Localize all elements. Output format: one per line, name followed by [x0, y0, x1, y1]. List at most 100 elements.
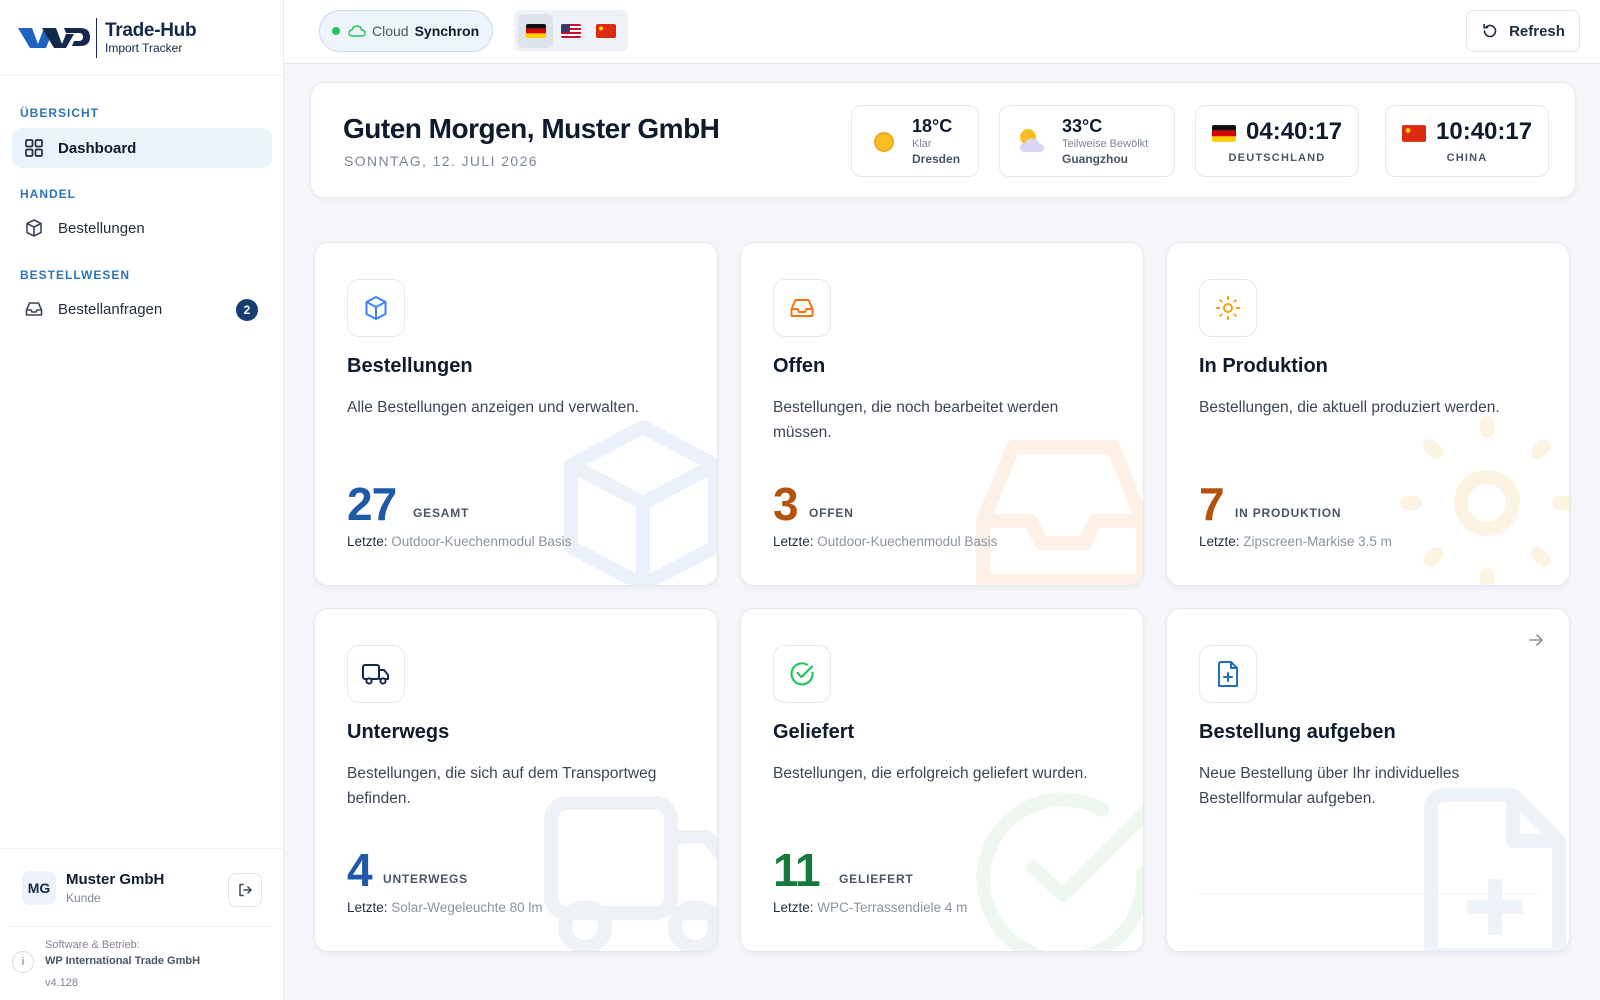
lang-zh-button[interactable] — [589, 14, 624, 48]
user-name: Muster GmbH — [66, 871, 165, 888]
inbox-icon — [790, 299, 814, 317]
nav-section-bestellwesen: BESTELLWESEN — [20, 268, 131, 282]
card-icon-box — [347, 645, 405, 703]
card-last-item: Letzte: Outdoor-Kuechenmodul Basis — [773, 534, 997, 549]
card-title: Unterwegs — [347, 721, 450, 743]
card-description: Bestellungen, die sich auf dem Transport… — [347, 765, 657, 807]
card-title: In Produktion — [1199, 355, 1328, 377]
cloud-sync-status[interactable]: Cloud Synchron — [319, 10, 493, 52]
user-panel: MG Muster GmbH Kunde — [0, 848, 284, 926]
clock-card-germany: 04:40:17 DEUTSCHLAND — [1195, 105, 1359, 177]
weather-card-guangzhou: 33°C Teilweise Bewölkt Guangzhou — [999, 105, 1175, 177]
card-count: 3 — [773, 478, 799, 530]
arrow-right-icon — [1529, 634, 1543, 646]
language-switcher — [514, 10, 628, 52]
card-icon-box — [347, 279, 405, 337]
brand-title: Trade-Hub — [105, 19, 197, 41]
file-plus-icon — [1218, 661, 1238, 687]
footer-label: Software & Betrieb: — [45, 939, 140, 951]
sidebar-item-dashboard[interactable]: Dashboard — [12, 128, 272, 168]
clock-label: DEUTSCHLAND — [1228, 152, 1326, 164]
weather-temp: 18°C — [912, 116, 953, 136]
last-value: WPC-Terrassendiele 4 m — [817, 900, 968, 915]
card-title: Offen — [773, 355, 826, 377]
brand-logo-icon — [18, 27, 90, 48]
card-bestellungen[interactable]: Bestellungen Alle Bestellungen anzeigen … — [314, 242, 718, 586]
card-count: 11 — [773, 844, 821, 896]
last-value: Outdoor-Kuechenmodul Basis — [391, 534, 572, 549]
card-description: Neue Bestellung über Ihr individuelles B… — [1199, 765, 1460, 807]
check-watermark-icon — [976, 792, 1143, 951]
logout-icon — [239, 883, 252, 897]
card-title: Geliefert — [773, 721, 855, 743]
refresh-label: Refresh — [1509, 22, 1565, 40]
last-value: Outdoor-Kuechenmodul Basis — [817, 534, 998, 549]
card-offen[interactable]: Offen Bestellungen, die noch bearbeitet … — [740, 242, 1144, 586]
card-description: Bestellungen, die aktuell produziert wer… — [1199, 399, 1500, 416]
last-label: Letzte: — [347, 900, 388, 915]
truck-icon — [362, 664, 389, 685]
partly-cloudy-icon — [1020, 129, 1044, 152]
card-geliefert[interactable]: Geliefert Bestellungen, die erfolgreich … — [740, 608, 1144, 952]
user-role: Kunde — [66, 891, 101, 905]
sun-icon — [1216, 296, 1240, 320]
last-label: Letzte: — [1199, 534, 1240, 549]
sun-watermark-icon — [1400, 416, 1569, 585]
card-count-label: GESAMT — [413, 506, 470, 520]
app-version: v4.128 — [45, 977, 79, 989]
last-label: Letzte: — [773, 534, 814, 549]
card-title: Bestellung aufgeben — [1199, 721, 1396, 743]
sidebar: Trade-Hub Import Tracker ÜBERSICHT Dashb… — [0, 0, 284, 1000]
greeting-panel: Guten Morgen, Muster GmbH SONNTAG, 12. J… — [310, 82, 1576, 198]
nav-section-handel: HANDEL — [20, 187, 76, 201]
card-icon-box — [773, 645, 831, 703]
lang-en-button[interactable] — [553, 14, 588, 48]
current-date: SONNTAG, 12. JULI 2026 — [344, 153, 538, 169]
card-count: 27 — [347, 478, 397, 530]
cloud-icon — [348, 25, 366, 37]
lang-de-button[interactable] — [518, 14, 554, 48]
sidebar-item-bestellungen[interactable]: Bestellungen — [12, 208, 272, 248]
card-last-item: Letzte: WPC-Terrassendiele 4 m — [773, 900, 967, 915]
cloud-status: Synchron — [414, 23, 480, 39]
card-unterwegs[interactable]: Unterwegs Bestellungen, die sich auf dem… — [314, 608, 718, 952]
flag-germany-icon — [525, 24, 546, 38]
sidebar-item-label: Bestellanfragen — [58, 300, 163, 318]
flag-germany-icon — [1212, 125, 1236, 142]
card-last-item: Letzte: Outdoor-Kuechenmodul Basis — [347, 534, 571, 549]
package-watermark-icon — [564, 420, 717, 585]
nav-section-uebersicht: ÜBERSICHT — [20, 106, 100, 120]
card-description: Bestellungen, die erfolgreich geliefert … — [773, 765, 1088, 782]
logout-button[interactable] — [228, 873, 262, 907]
refresh-button[interactable]: Refresh — [1466, 10, 1580, 52]
last-label: Letzte: — [773, 900, 814, 915]
card-count-label: GELIEFERT — [839, 872, 914, 886]
cloud-label: Cloud — [372, 23, 409, 39]
avatar: MG — [22, 871, 56, 905]
sidebar-item-bestellanfragen[interactable]: Bestellanfragen 2 — [12, 289, 272, 329]
sun-icon — [874, 132, 894, 152]
card-in-produktion[interactable]: In Produktion Bestellungen, die aktuell … — [1166, 242, 1570, 586]
package-icon — [26, 219, 42, 237]
brand[interactable]: Trade-Hub Import Tracker — [0, 0, 283, 76]
truck-watermark-icon — [544, 796, 717, 951]
footer-info: i Software & Betrieb: WP International T… — [10, 926, 272, 989]
card-description: Bestellungen, die noch bearbeitet werden… — [773, 399, 1059, 441]
weather-condition: Teilweise Bewölkt — [1062, 138, 1149, 150]
card-count-label: IN PRODUKTION — [1235, 506, 1342, 520]
card-icon-box — [773, 279, 831, 337]
inbox-icon — [25, 302, 43, 316]
flag-china-icon — [596, 24, 617, 38]
inbox-watermark-icon — [976, 440, 1143, 585]
card-icon-box — [1199, 645, 1257, 703]
clock-time: 10:40:17 — [1436, 118, 1533, 145]
card-bestellung-aufgeben[interactable]: Bestellung aufgeben Neue Bestellung über… — [1166, 608, 1570, 952]
clock-time: 04:40:17 — [1246, 118, 1343, 145]
clock-card-china: 10:40:17 CHINA — [1385, 105, 1549, 177]
card-icon-box — [1199, 279, 1257, 337]
card-title: Bestellungen — [347, 355, 473, 377]
clock-label: CHINA — [1446, 152, 1488, 164]
check-circle-icon — [790, 662, 814, 686]
top-bar: Cloud Synchron Refresh — [284, 0, 1600, 64]
card-last-item: Letzte: Solar-Wegeleuchte 80 lm — [347, 900, 543, 915]
